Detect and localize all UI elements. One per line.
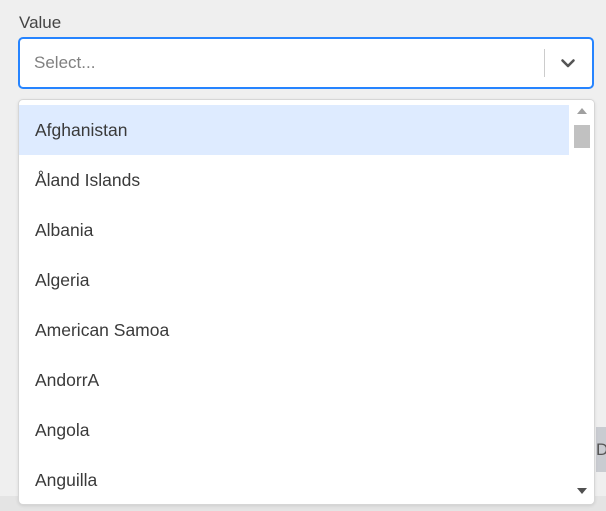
- option-andorra[interactable]: AndorrA: [19, 355, 570, 405]
- menu-scrollbar[interactable]: [569, 100, 594, 504]
- page-root: D Value Select... Afghanistan Åland Isla…: [0, 0, 606, 511]
- scroll-down-arrow-icon[interactable]: [577, 488, 587, 494]
- scroll-up-arrow-icon[interactable]: [577, 108, 587, 114]
- option-anguilla[interactable]: Anguilla: [19, 455, 570, 504]
- select-placeholder: Select...: [34, 53, 96, 72]
- option-american-samoa[interactable]: American Samoa: [19, 305, 570, 355]
- scrollbar-thumb[interactable]: [574, 125, 590, 148]
- background-button-label: D: [596, 440, 606, 459]
- background-button-partial[interactable]: D: [596, 427, 606, 472]
- field-label: Value: [19, 13, 62, 32]
- option-list: Afghanistan Åland Islands Albania Algeri…: [19, 105, 570, 504]
- dropdown-menu: Afghanistan Åland Islands Albania Algeri…: [18, 99, 595, 505]
- value-select[interactable]: Select...: [18, 37, 594, 89]
- option-aland-islands[interactable]: Åland Islands: [19, 155, 570, 205]
- option-afghanistan[interactable]: Afghanistan: [19, 105, 570, 155]
- chevron-down-icon[interactable]: [558, 53, 578, 73]
- indicator-separator: [544, 49, 545, 77]
- option-algeria[interactable]: Algeria: [19, 255, 570, 305]
- option-albania[interactable]: Albania: [19, 205, 570, 255]
- option-angola[interactable]: Angola: [19, 405, 570, 455]
